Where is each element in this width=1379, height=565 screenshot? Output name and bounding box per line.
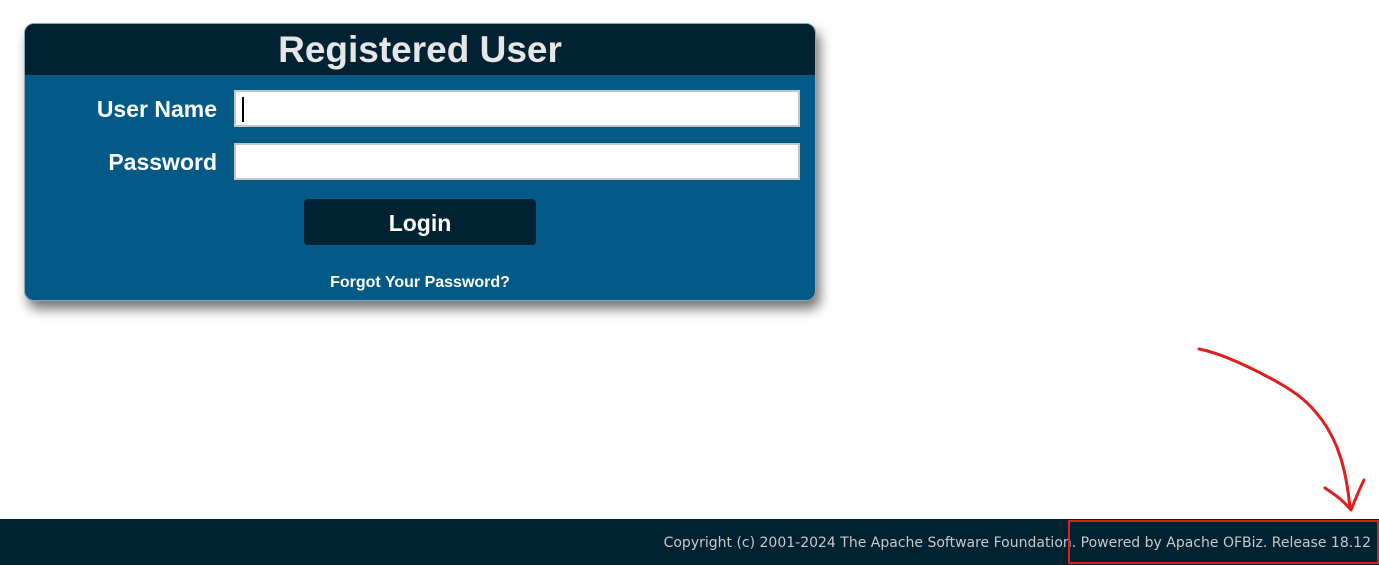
copyright-text: Copyright (c) 2001-2024 The Apache Softw… xyxy=(663,535,1081,551)
username-row: User Name xyxy=(25,89,815,129)
annotation-highlight-box xyxy=(1068,520,1379,564)
password-input[interactable] xyxy=(234,143,800,180)
username-label: User Name xyxy=(96,96,217,122)
login-panel: Registered User User Name Password Login… xyxy=(24,23,816,301)
page: Registered User User Name Password Login… xyxy=(0,0,1379,565)
password-label: Password xyxy=(108,149,217,175)
login-title: Registered User xyxy=(25,24,815,75)
login-button[interactable]: Login xyxy=(304,199,536,245)
forgot-password-link[interactable]: Forgot Your Password? xyxy=(25,274,815,292)
text-caret xyxy=(242,97,244,122)
password-row: Password xyxy=(25,142,815,182)
username-input[interactable] xyxy=(234,90,800,127)
